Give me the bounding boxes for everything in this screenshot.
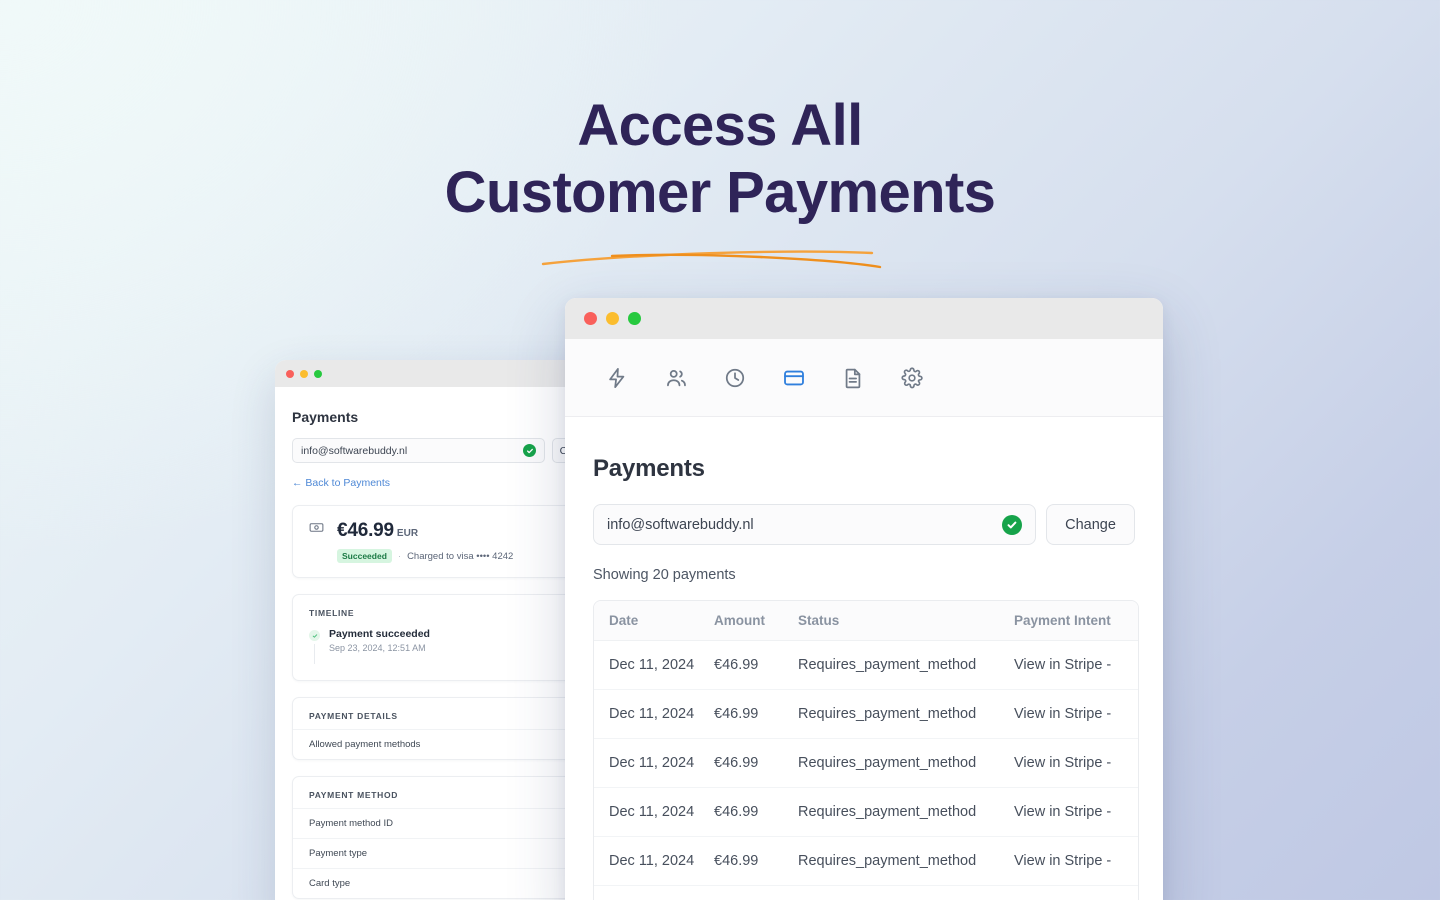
payments-table-body: Dec 11, 2024 €46.99 Requires_payment_met… bbox=[594, 640, 1138, 900]
page-title: Access All Customer Payments bbox=[0, 92, 1440, 226]
cell-status: Requires_payment_method bbox=[798, 836, 1014, 886]
view-in-stripe-link[interactable]: View in Stripe - bbox=[1014, 738, 1138, 788]
cell-status: Requires_payment_method bbox=[798, 885, 1014, 900]
cell-date: Dec 11, 2024 bbox=[594, 689, 714, 739]
hero-heading: Access All Customer Payments bbox=[0, 92, 1440, 269]
cell-date: Nov 28, 2024 bbox=[594, 885, 714, 900]
minimize-button[interactable] bbox=[300, 369, 308, 378]
close-button[interactable] bbox=[286, 369, 294, 378]
table-row[interactable]: Dec 11, 2024 €46.99 Requires_payment_met… bbox=[594, 689, 1138, 739]
cell-amount: €46.99 bbox=[714, 640, 798, 690]
separator-dot: · bbox=[397, 550, 402, 562]
view-in-stripe-link[interactable]: View in Stripe - bbox=[1014, 885, 1138, 900]
hero-line-1: Access All bbox=[577, 93, 863, 158]
status-badge: Succeeded bbox=[337, 549, 392, 563]
charged-to-text: Charged to visa •••• 4242 bbox=[407, 550, 514, 562]
email-field[interactable]: info@softwarebuddy.nl bbox=[593, 504, 1036, 545]
back-email-input[interactable]: info@softwarebuddy.nl bbox=[292, 438, 545, 463]
maximize-button[interactable] bbox=[314, 369, 322, 378]
timeline-rail bbox=[313, 644, 316, 664]
table-row[interactable]: Dec 11, 2024 €46.99 Requires_payment_met… bbox=[594, 787, 1138, 837]
lightning-icon[interactable] bbox=[599, 360, 634, 395]
payments-table: Date Amount Status Payment Intent Dec 11… bbox=[594, 601, 1138, 900]
users-icon[interactable] bbox=[658, 360, 693, 395]
close-button[interactable] bbox=[584, 312, 597, 325]
table-row[interactable]: Nov 28, 2024 €46.99 Requires_payment_met… bbox=[594, 885, 1138, 900]
check-circle-icon bbox=[523, 444, 536, 457]
front-page-title: Payments bbox=[593, 455, 705, 482]
back-amount-value: €46.99 bbox=[337, 520, 394, 541]
cell-amount: €46.99 bbox=[714, 885, 798, 900]
cell-status: Requires_payment_method bbox=[798, 640, 1014, 690]
cell-amount: €46.99 bbox=[714, 787, 798, 837]
table-header-row: Date Amount Status Payment Intent bbox=[594, 601, 1138, 641]
view-in-stripe-link[interactable]: View in Stripe - bbox=[1014, 787, 1138, 837]
front-window-body: Payments info@softwarebuddy.nl Change Sh… bbox=[565, 417, 1163, 900]
timeline-title: Payment succeeded bbox=[329, 628, 430, 640]
minimize-button[interactable] bbox=[606, 312, 619, 325]
front-window-titlebar bbox=[565, 298, 1163, 339]
detail-label: Card type bbox=[309, 878, 351, 889]
change-button[interactable]: Change bbox=[1046, 504, 1135, 545]
gear-icon[interactable] bbox=[894, 360, 929, 395]
cell-date: Dec 11, 2024 bbox=[594, 787, 714, 837]
email-value: info@softwarebuddy.nl bbox=[607, 516, 754, 533]
cell-status: Requires_payment_method bbox=[798, 738, 1014, 788]
cell-status: Requires_payment_method bbox=[798, 787, 1014, 837]
view-in-stripe-link[interactable]: View in Stripe - bbox=[1014, 836, 1138, 886]
table-row[interactable]: Dec 11, 2024 €46.99 Requires_payment_met… bbox=[594, 738, 1138, 788]
timeline-marker bbox=[309, 628, 320, 664]
payments-table-wrapper: Date Amount Status Payment Intent Dec 11… bbox=[593, 600, 1139, 900]
underline-swoosh-icon bbox=[541, 250, 882, 269]
back-amount-currency: EUR bbox=[396, 528, 419, 539]
document-icon[interactable] bbox=[835, 360, 870, 395]
back-email-value: info@softwarebuddy.nl bbox=[301, 444, 408, 457]
detail-label: Payment method ID bbox=[309, 818, 393, 829]
detail-label: Payment type bbox=[309, 848, 368, 859]
check-circle-icon bbox=[1002, 514, 1022, 535]
timeline-date: Sep 23, 2024, 12:51 AM bbox=[329, 643, 426, 653]
column-header-date[interactable]: Date bbox=[594, 601, 714, 641]
check-icon bbox=[309, 630, 320, 641]
detail-label: Allowed payment methods bbox=[309, 739, 421, 750]
clock-icon[interactable] bbox=[717, 360, 752, 395]
banknote-icon bbox=[309, 520, 324, 540]
cell-date: Dec 11, 2024 bbox=[594, 640, 714, 690]
cell-amount: €46.99 bbox=[714, 689, 798, 739]
cell-date: Dec 11, 2024 bbox=[594, 738, 714, 788]
showing-count-text: Showing 20 payments bbox=[593, 567, 736, 583]
cell-status: Requires_payment_method bbox=[798, 689, 1014, 739]
column-header-payment-intent[interactable]: Payment Intent bbox=[1014, 601, 1138, 641]
cell-amount: €46.99 bbox=[714, 738, 798, 788]
cell-date: Dec 11, 2024 bbox=[594, 836, 714, 886]
cell-amount: €46.99 bbox=[714, 836, 798, 886]
hero-line-2: Customer Payments bbox=[444, 160, 996, 225]
column-header-status[interactable]: Status bbox=[798, 601, 1014, 641]
table-row[interactable]: Dec 11, 2024 €46.99 Requires_payment_met… bbox=[594, 836, 1138, 886]
front-search-row: info@softwarebuddy.nl Change bbox=[593, 504, 1135, 545]
view-in-stripe-link[interactable]: View in Stripe - bbox=[1014, 689, 1138, 739]
view-in-stripe-link[interactable]: View in Stripe - bbox=[1014, 640, 1138, 690]
maximize-button[interactable] bbox=[628, 312, 641, 325]
app-toolbar bbox=[565, 339, 1163, 417]
column-header-amount[interactable]: Amount bbox=[714, 601, 798, 641]
table-row[interactable]: Dec 11, 2024 €46.99 Requires_payment_met… bbox=[594, 640, 1138, 690]
credit-card-icon[interactable] bbox=[776, 360, 811, 395]
foreground-window: Payments info@softwarebuddy.nl Change Sh… bbox=[565, 298, 1163, 900]
